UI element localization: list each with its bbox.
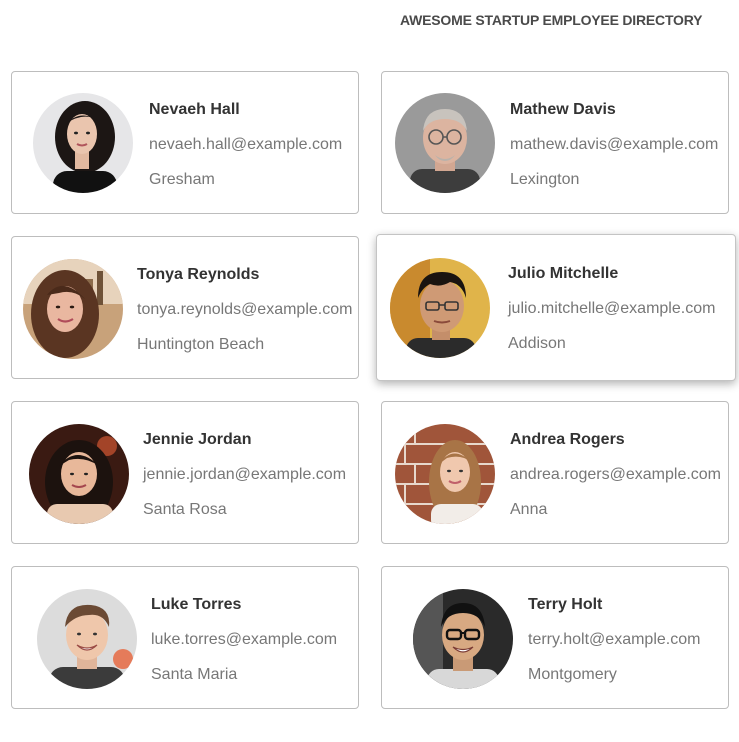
employee-info: Terry Holt terry.holt@example.com Montgo… [528,595,700,685]
employee-name: Julio Mitchelle [508,265,619,282]
avatar [23,259,123,359]
avatar [395,93,495,193]
employee-city: Gresham [149,171,215,188]
employee-name: Tonya Reynolds [137,266,260,283]
employee-name: Mathew Davis [510,101,616,118]
employee-name: Andrea Rogers [510,431,625,448]
avatar [37,589,137,689]
employee-email: andrea.rogers@example.com [510,466,722,483]
avatar [413,589,513,689]
employee-card[interactable]: Tonya Reynolds tonya.reynolds@example.co… [11,236,359,379]
employee-info: Nevaeh Hall nevaeh.hall@example.com Gres… [149,100,342,190]
employee-name: Luke Torres [151,596,242,613]
avatar [395,424,495,524]
employee-info: Mathew Davis mathew.davis@example.com Le… [510,100,718,190]
page-title: AWESOME STARTUP EMPLOYEE DIRECTORY [400,12,703,28]
employee-name: Nevaeh Hall [149,101,240,118]
employee-info: Julio Mitchelle julio.mitchelle@example.… [508,264,715,354]
employee-info: Luke Torres luke.torres@example.com Sant… [151,595,337,685]
avatar [29,424,129,524]
employee-city: Lexington [510,171,580,188]
employee-card[interactable]: Andrea Rogers andrea.rogers@example.com … [381,401,729,544]
employee-city: Huntington Beach [137,336,265,353]
page-header: AWESOME STARTUP EMPLOYEE DIRECTORY [0,12,739,32]
avatar [33,93,133,193]
employee-city: Montgomery [528,666,617,683]
employee-city: Anna [510,501,548,518]
employee-name: Jennie Jordan [143,431,252,448]
employee-email: mathew.davis@example.com [510,136,719,153]
employee-name: Terry Holt [528,596,603,613]
employee-email: julio.mitchelle@example.com [508,300,716,317]
employee-card[interactable]: Nevaeh Hall nevaeh.hall@example.com Gres… [11,71,359,214]
employee-email: terry.holt@example.com [528,631,701,648]
avatar [390,258,490,358]
employee-card[interactable]: Julio Mitchelle julio.mitchelle@example.… [376,234,736,381]
employee-email: nevaeh.hall@example.com [149,136,343,153]
employee-email: jennie.jordan@example.com [143,466,347,483]
employee-city: Santa Maria [151,666,238,683]
employee-city: Addison [508,335,566,352]
employee-info: Tonya Reynolds tonya.reynolds@example.co… [137,265,352,355]
employee-email: luke.torres@example.com [151,631,338,648]
employee-email: tonya.reynolds@example.com [137,301,353,318]
employee-card[interactable]: Mathew Davis mathew.davis@example.com Le… [381,71,729,214]
employee-info: Andrea Rogers andrea.rogers@example.com … [510,430,721,520]
employee-city: Santa Rosa [143,501,227,518]
employee-info: Jennie Jordan jennie.jordan@example.com … [143,430,346,520]
employee-card[interactable]: Terry Holt terry.holt@example.com Montgo… [381,566,729,709]
employee-card[interactable]: Luke Torres luke.torres@example.com Sant… [11,566,359,709]
employee-card[interactable]: Jennie Jordan jennie.jordan@example.com … [11,401,359,544]
